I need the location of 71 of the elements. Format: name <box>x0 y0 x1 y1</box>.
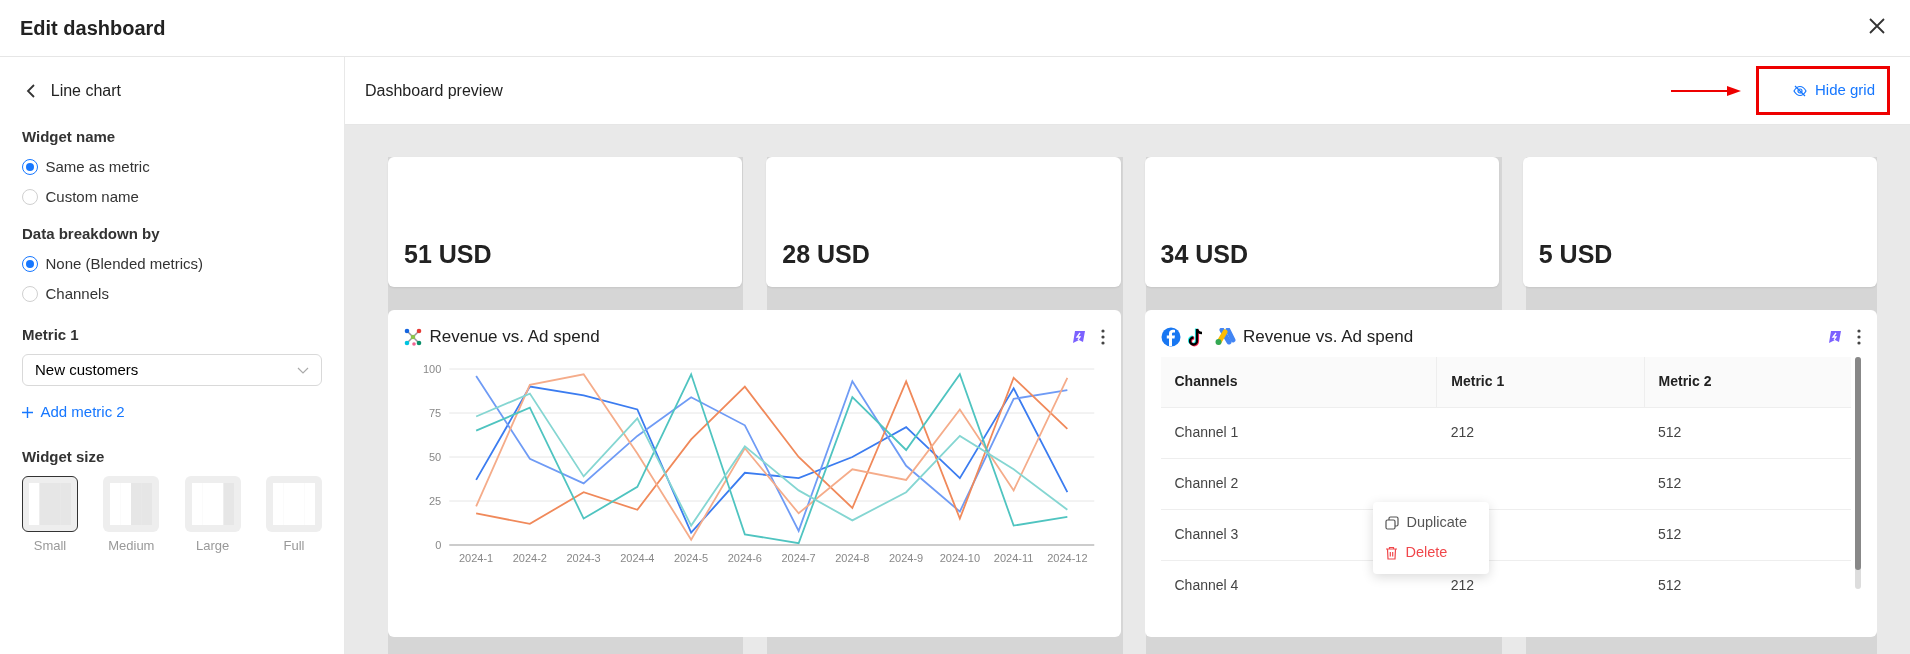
lightning-tag-icon[interactable] <box>1828 329 1842 344</box>
lightning-tag-icon[interactable] <box>1071 329 1086 344</box>
table-cell: 512 <box>1644 509 1852 560</box>
axis-tick-label: 2024-9 <box>889 552 924 564</box>
field-label: Widget name <box>22 126 117 147</box>
radio-label: Custom name <box>45 186 139 207</box>
panel-heading: Line chart <box>50 81 121 101</box>
widget-title: Revenue vs. Ad spend <box>1243 326 1414 348</box>
field-label: Data breakdown by <box>22 224 161 244</box>
arrow-annotation <box>1671 84 1742 97</box>
axis-tick-label: 2024-7 <box>781 552 816 564</box>
radio-label: Channels <box>45 284 109 304</box>
back-chevron-icon[interactable] <box>25 84 36 98</box>
table-cell: 512 <box>1644 407 1852 458</box>
axis-tick-label: 2024-5 <box>674 552 709 564</box>
radio-button[interactable] <box>22 158 38 175</box>
table-cell: Channel 1 <box>1160 407 1437 458</box>
widget-title: Revenue vs. Ad spend <box>429 326 600 348</box>
close-icon <box>1868 17 1886 35</box>
kpi-value: 28 USD <box>782 238 870 270</box>
axis-tick-label: 2024-2 <box>512 552 547 564</box>
kpi-value: 34 USD <box>1160 238 1249 270</box>
size-label: Medium <box>108 537 155 555</box>
axis-tick-label: 2024-6 <box>727 552 762 564</box>
layout-icon <box>110 483 153 526</box>
add-metric-link[interactable]: Add metric 2 <box>22 401 322 424</box>
network-logo-icon <box>404 327 422 346</box>
axis-tick-label: 25 <box>429 495 442 507</box>
circle-f-logo-icon <box>1160 326 1181 347</box>
axis-tick-label: 100 <box>422 363 442 375</box>
table-cell: 512 <box>1644 458 1852 509</box>
trash-icon <box>1384 545 1398 560</box>
kebab-menu-icon[interactable] <box>1100 328 1105 345</box>
column-header: Metric 2 <box>1644 357 1852 407</box>
kpi-value: 5 USD <box>1538 238 1613 270</box>
section-title: Dashboard preview <box>365 80 503 101</box>
axis-tick-label: 2024-12 <box>1047 552 1088 564</box>
size-label: Large <box>196 537 230 555</box>
axis-tick-label: 50 <box>429 451 442 463</box>
triangle-logo-icon <box>1213 327 1236 346</box>
table-cell: 212 <box>1436 407 1644 458</box>
column-header: Metric 1 <box>1436 357 1644 407</box>
axis-tick-label: 75 <box>429 407 442 419</box>
field-label: Metric 1 <box>22 325 80 346</box>
axis-tick-label: 2024-3 <box>566 552 601 564</box>
size-option[interactable] <box>22 476 78 533</box>
table-cell: 512 <box>1644 560 1852 611</box>
eye-slash-icon <box>1793 84 1808 97</box>
metric-select[interactable]: New customers <box>22 354 322 387</box>
axis-tick-label: 2024-4 <box>620 552 655 564</box>
layout-icon <box>191 483 234 526</box>
copy-icon <box>1384 515 1399 530</box>
plus-icon <box>22 407 33 418</box>
size-label: Full <box>283 537 305 555</box>
axis-tick-label: 2024-1 <box>459 552 494 564</box>
size-label: Small <box>33 537 67 555</box>
field-label: Widget size <box>22 447 106 468</box>
kebab-menu-icon[interactable] <box>1857 328 1861 345</box>
radio-label: Same as metric <box>45 156 150 177</box>
hide-grid-button[interactable]: Hide grid <box>1793 79 1875 102</box>
column-header: Channels <box>1160 357 1437 407</box>
axis-tick-label: 2024-8 <box>835 552 870 564</box>
axis-tick-label: 0 <box>435 539 442 551</box>
kpi-value: 51 USD <box>404 238 492 270</box>
axis-tick-label: 2024-11 <box>993 552 1034 564</box>
layout-icon <box>29 483 71 526</box>
axis-tick-label: 2024-10 <box>939 552 981 564</box>
radio-button[interactable] <box>22 256 38 273</box>
window-title: Edit dashboard <box>20 16 166 41</box>
radio-label: None (Blended metrics) <box>45 254 204 274</box>
chevron-down-icon <box>297 366 309 374</box>
